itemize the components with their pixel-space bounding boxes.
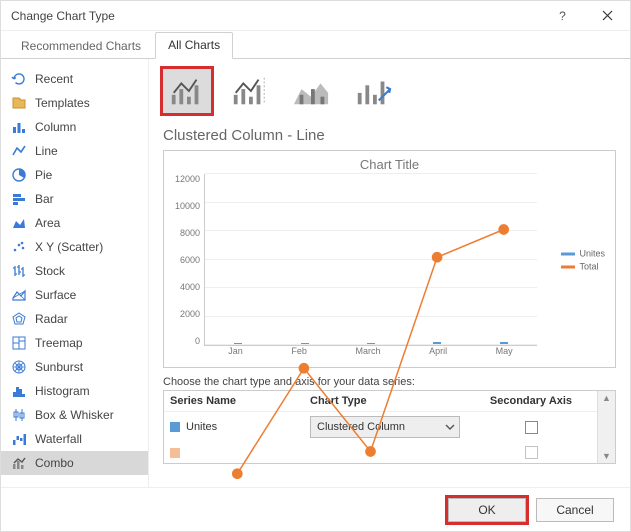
series-grid: Series Name Chart Type Secondary Axis Un… — [163, 390, 616, 464]
category-label: Histogram — [35, 384, 90, 398]
window-title: Change Chart Type — [11, 9, 540, 23]
category-label: Combo — [35, 456, 74, 470]
line-icon — [11, 143, 27, 159]
category-label: Column — [35, 120, 76, 134]
category-label: Recent — [35, 72, 73, 86]
subtype-row — [163, 69, 616, 113]
series-name-label: Unites — [186, 421, 217, 433]
secondary-axis-checkbox[interactable] — [525, 421, 538, 434]
subtype-clustered-column-line[interactable] — [163, 69, 211, 113]
category-label: Radar — [35, 312, 68, 326]
legend-item-unites: Unites — [561, 249, 605, 259]
column-icon — [11, 119, 27, 135]
legend-item-total: Total — [561, 262, 605, 272]
category-label: Sunburst — [35, 360, 83, 374]
main-pane: Clustered Column - Line Chart Title 1200… — [149, 59, 630, 487]
stock-icon — [11, 263, 27, 279]
category-label: Surface — [35, 288, 76, 302]
category-label: Treemap — [35, 336, 83, 350]
tab-strip: Recommended Charts All Charts — [1, 31, 630, 59]
chart-preview: Chart Title 120001000080006000400020000 … — [163, 150, 616, 368]
category-sunburst[interactable]: Sunburst — [1, 355, 148, 379]
category-combo[interactable]: Combo — [1, 451, 148, 475]
templates-icon — [11, 95, 27, 111]
category-sidebar: Recent Templates Column Line Pie Bar Area X Y (… — [1, 59, 149, 487]
header-series-name: Series Name — [170, 395, 310, 407]
bar-icon — [11, 191, 27, 207]
treemap-icon — [11, 335, 27, 351]
series-swatch — [170, 422, 180, 432]
category-surface[interactable]: Surface — [1, 283, 148, 307]
y-axis: 120001000080006000400020000 — [172, 174, 204, 346]
category-label: Line — [35, 144, 58, 158]
subtype-stacked-area-column[interactable] — [287, 69, 335, 113]
header-chart-type: Chart Type — [310, 395, 471, 407]
plot-area — [204, 174, 537, 346]
pie-icon — [11, 167, 27, 183]
category-label: Pie — [35, 168, 52, 182]
combo-icon — [11, 455, 27, 471]
sunburst-icon — [11, 359, 27, 375]
ok-button[interactable]: OK — [448, 498, 526, 522]
category-label: Stock — [35, 264, 65, 278]
category-label: Bar — [35, 192, 54, 206]
category-line[interactable]: Line — [1, 139, 148, 163]
series-row-unites: Unites Clustered Column — [164, 412, 597, 442]
category-label: X Y (Scatter) — [35, 240, 103, 254]
category-stock[interactable]: Stock — [1, 259, 148, 283]
recent-icon — [11, 71, 27, 87]
chevron-down-icon — [445, 421, 455, 433]
scroll-down-icon[interactable]: ▼ — [602, 451, 611, 461]
category-boxwhisker[interactable]: Box & Whisker — [1, 403, 148, 427]
help-icon[interactable]: ? — [540, 1, 585, 31]
category-treemap[interactable]: Treemap — [1, 331, 148, 355]
waterfall-icon — [11, 431, 27, 447]
category-label: Waterfall — [35, 432, 82, 446]
legend: Unites Total — [561, 246, 605, 275]
category-waterfall[interactable]: Waterfall — [1, 427, 148, 451]
close-icon[interactable] — [585, 1, 630, 31]
cancel-button[interactable]: Cancel — [536, 498, 614, 522]
category-recent[interactable]: Recent — [1, 67, 148, 91]
secondary-axis-checkbox-2[interactable] — [525, 446, 538, 459]
scroll-up-icon[interactable]: ▲ — [602, 393, 611, 403]
chart-title: Chart Title — [172, 157, 607, 172]
series-prompt: Choose the chart type and axis for your … — [163, 376, 616, 388]
category-radar[interactable]: Radar — [1, 307, 148, 331]
x-axis: JanFebMarchAprilMay — [204, 346, 537, 356]
category-label: Templates — [35, 96, 90, 110]
subtype-title: Clustered Column - Line — [163, 127, 616, 144]
subtype-custom-combo[interactable] — [349, 69, 397, 113]
tab-recommended-charts[interactable]: Recommended Charts — [9, 34, 153, 59]
histogram-icon — [11, 383, 27, 399]
category-label: Area — [35, 216, 60, 230]
series-row-partial — [164, 442, 597, 463]
category-xy[interactable]: X Y (Scatter) — [1, 235, 148, 259]
boxwhisker-icon — [11, 407, 27, 423]
header-secondary-axis: Secondary Axis — [471, 395, 591, 407]
category-label: Box & Whisker — [35, 408, 114, 422]
chart-type-select[interactable]: Clustered Column — [310, 416, 460, 438]
area-icon — [11, 215, 27, 231]
title-bar: Change Chart Type ? — [1, 1, 630, 31]
category-pie[interactable]: Pie — [1, 163, 148, 187]
footer: OK Cancel — [1, 487, 630, 531]
radar-icon — [11, 311, 27, 327]
xy-icon — [11, 239, 27, 255]
tab-all-charts[interactable]: All Charts — [155, 32, 233, 59]
category-histogram[interactable]: Histogram — [1, 379, 148, 403]
series-scrollbar[interactable]: ▲ ▼ — [597, 391, 615, 463]
category-area[interactable]: Area — [1, 211, 148, 235]
dialog-body: Recent Templates Column Line Pie Bar Area X Y (… — [1, 59, 630, 487]
category-templates[interactable]: Templates — [1, 91, 148, 115]
surface-icon — [11, 287, 27, 303]
subtype-clustered-column-line-secondary[interactable] — [225, 69, 273, 113]
category-bar[interactable]: Bar — [1, 187, 148, 211]
category-column[interactable]: Column — [1, 115, 148, 139]
